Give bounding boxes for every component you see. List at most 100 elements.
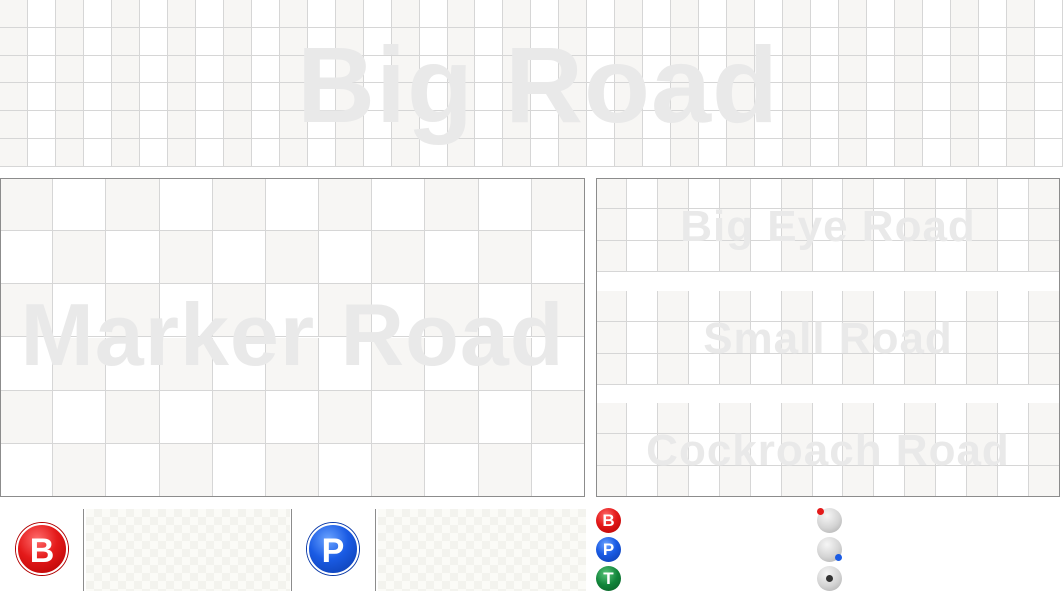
big-road-cell — [391, 111, 420, 140]
big-road-cell — [587, 0, 616, 28]
big-road-cell — [223, 27, 252, 56]
big-road-cell — [279, 83, 308, 112]
big-road-cell — [195, 111, 224, 140]
big-road-cell — [251, 55, 280, 84]
big-road-cell — [587, 55, 616, 84]
marker-road-border — [0, 178, 585, 497]
predict-player-road-preview — [378, 509, 586, 591]
big-road-cell — [950, 139, 979, 167]
big-road-cell — [363, 83, 392, 112]
big-road-cell — [307, 27, 336, 56]
big-road-cell — [251, 139, 280, 167]
big-road-cell — [978, 139, 1007, 167]
big-road-cell — [447, 139, 476, 167]
big-road-cell — [251, 111, 280, 140]
big-road-cell — [727, 0, 756, 28]
big-road-cell — [950, 27, 979, 56]
predict-banker-button[interactable]: B — [16, 523, 68, 575]
big-road-cell — [1034, 111, 1063, 140]
big-road-cell — [335, 0, 364, 28]
big-road-cell — [839, 111, 868, 140]
big-road-cell — [895, 27, 923, 56]
big-road-cell — [811, 139, 840, 167]
big-road-cell — [223, 55, 252, 84]
natural-icon — [817, 566, 842, 591]
big-road-cell — [531, 139, 560, 167]
big-road-cell — [0, 0, 28, 28]
big-road-cell — [475, 83, 504, 112]
banker-pair-dot — [817, 508, 824, 515]
big-road-cell — [755, 111, 784, 140]
big-road-cell — [167, 0, 196, 28]
big-road-cell — [531, 83, 560, 112]
big-road-cell — [727, 55, 756, 84]
big-road-cell — [139, 55, 168, 84]
big-road-cell — [615, 0, 644, 28]
big-road-cell — [615, 55, 644, 84]
big-road-cell — [867, 111, 896, 140]
big-road-cell — [503, 139, 532, 167]
big-road-cell — [0, 111, 28, 140]
big-road-cell — [195, 0, 224, 28]
big-road-grid — [0, 0, 1063, 167]
banker-pair-icon — [817, 508, 842, 533]
big-road-cell — [587, 83, 616, 112]
big-road-cell — [363, 111, 392, 140]
big-road-cell — [615, 27, 644, 56]
big-road-cell — [363, 139, 392, 167]
big-road-cell — [391, 27, 420, 56]
big-road-cell — [363, 55, 392, 84]
big-road-cell — [867, 83, 896, 112]
big-road-cell — [923, 139, 951, 167]
big-road-cell — [55, 0, 84, 28]
big-road-cell — [475, 139, 504, 167]
big-road-cell — [167, 27, 196, 56]
big-road-cell — [475, 55, 504, 84]
big-road-cell — [978, 83, 1007, 112]
big-road-cell — [503, 27, 532, 56]
big-road-cell — [55, 111, 84, 140]
legend-tie-icon: T — [596, 566, 621, 591]
big-road-cell — [559, 27, 588, 56]
big-road-cell — [643, 139, 672, 167]
big-road-cell — [643, 83, 672, 112]
big-road-cell — [27, 0, 56, 28]
big-road-cell — [867, 139, 896, 167]
legend-tie-letter: T — [603, 569, 614, 588]
big-road-cell — [139, 27, 168, 56]
big-road-cell — [83, 27, 112, 56]
big-road-cell — [167, 139, 196, 167]
big-road-cell — [587, 111, 616, 140]
big-road-cell — [0, 139, 28, 167]
big-road-cell — [1034, 83, 1063, 112]
big-road-cell — [475, 0, 504, 28]
legend-banker-icon: B — [596, 508, 621, 533]
big-road-cell — [27, 83, 56, 112]
big-road-cell — [755, 55, 784, 84]
big-road-cell — [307, 0, 336, 28]
big-road-cell — [447, 111, 476, 140]
big-road-cell — [307, 55, 336, 84]
big-road-cell — [111, 55, 140, 84]
big-road-cell — [811, 27, 840, 56]
big-road-cell — [111, 139, 140, 167]
big-road-cell — [0, 27, 28, 56]
big-road-cell — [223, 0, 252, 28]
big-road-cell — [699, 27, 728, 56]
big-road-cell — [811, 83, 840, 112]
big-road-cell — [811, 0, 840, 28]
big-road-cell — [307, 83, 336, 112]
big-road-cell — [755, 27, 784, 56]
big-road-cell — [923, 111, 951, 140]
big-road-cell — [923, 55, 951, 84]
big-road-cell — [279, 27, 308, 56]
big-road-cell — [923, 83, 951, 112]
big-road-cell — [27, 139, 56, 167]
big-road-cell — [895, 83, 923, 112]
big-road-cell — [699, 0, 728, 28]
big-road-cell — [139, 0, 168, 28]
predict-separator-2 — [291, 509, 292, 591]
predict-player-button[interactable]: P — [307, 523, 359, 575]
big-road-cell — [27, 55, 56, 84]
big-road-cell — [1034, 27, 1063, 56]
